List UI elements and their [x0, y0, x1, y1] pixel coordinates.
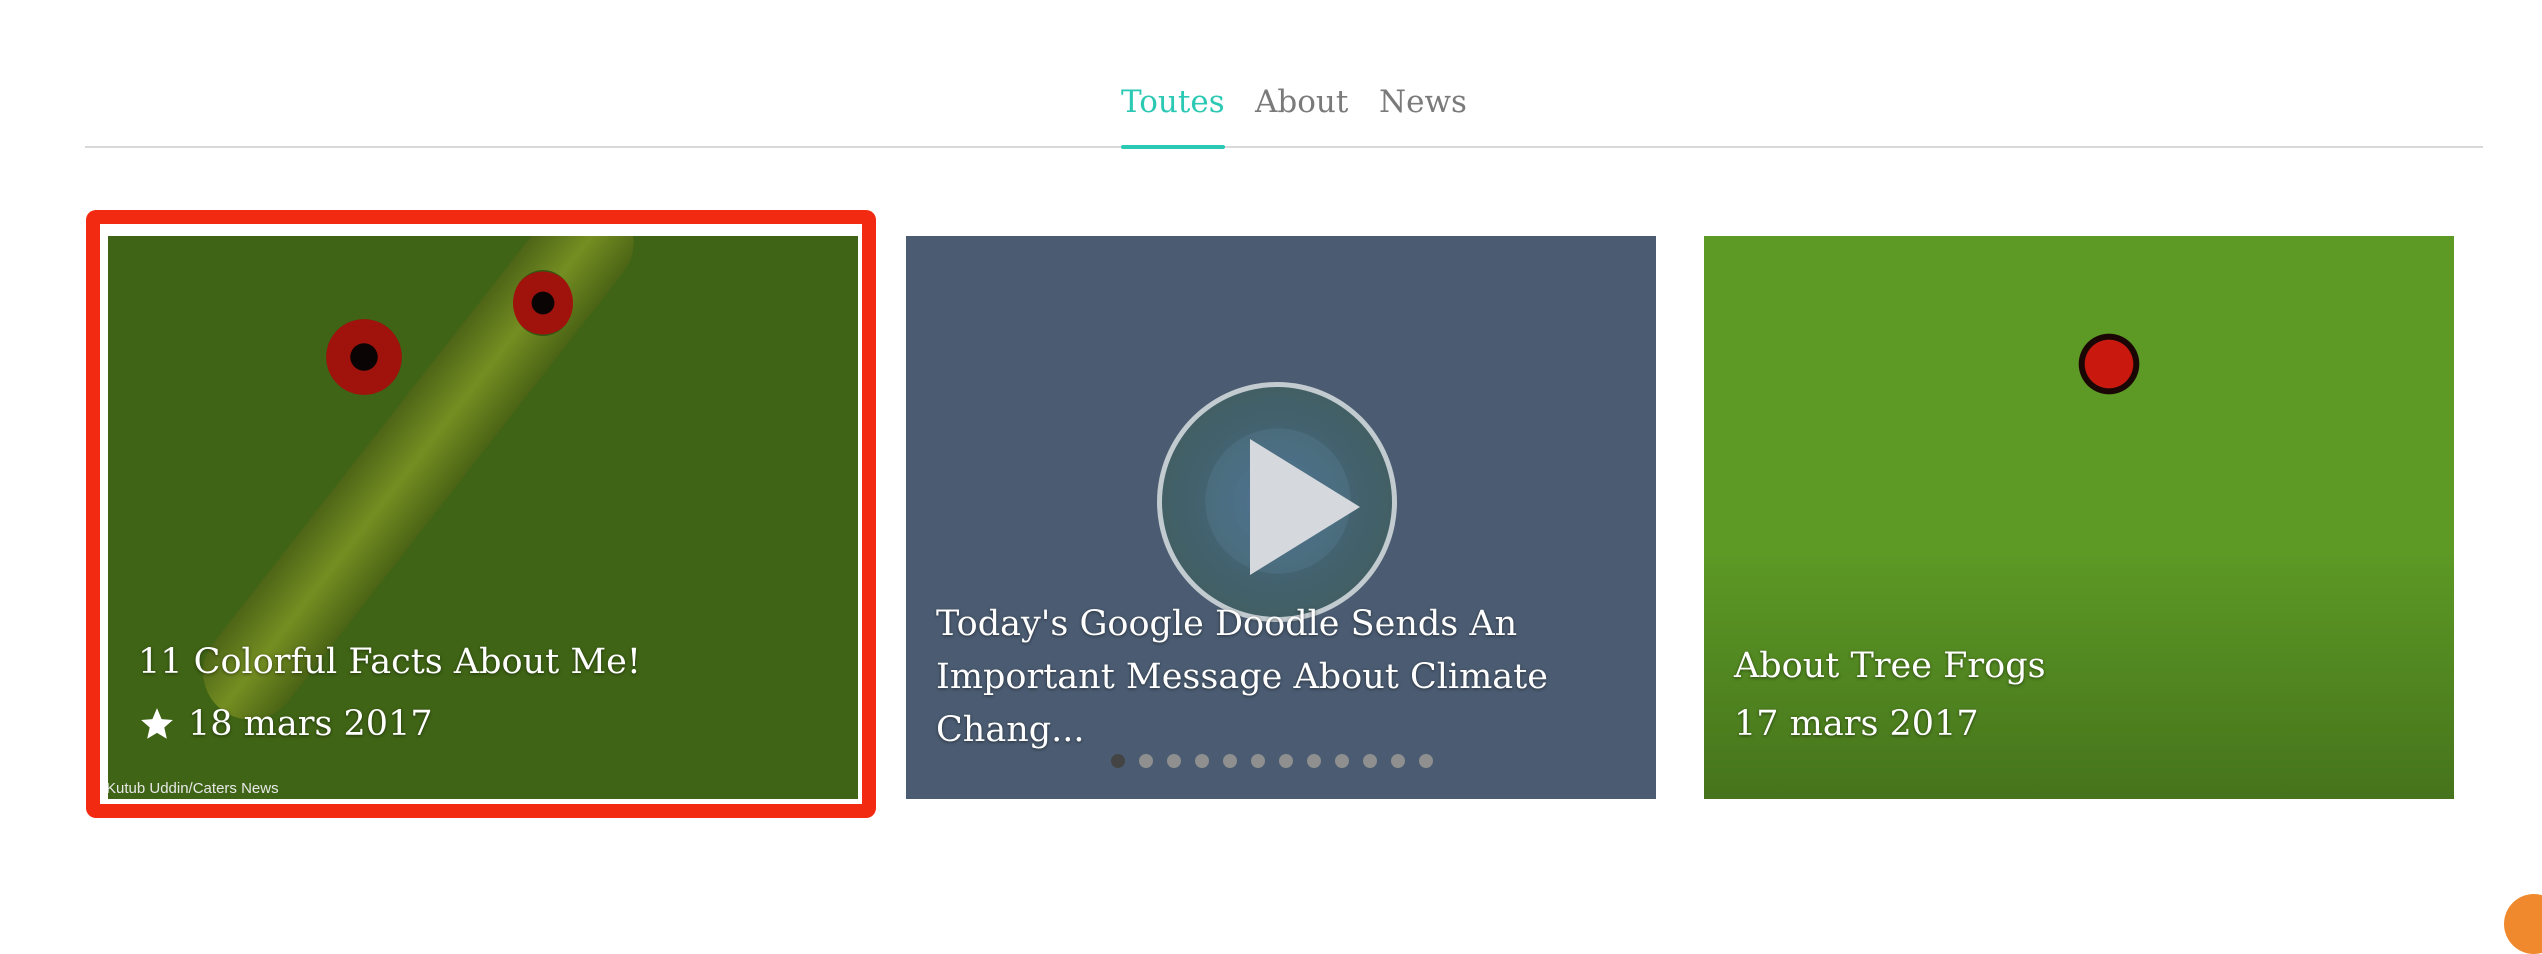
tab-about[interactable]: About	[1255, 82, 1348, 146]
play-icon[interactable]	[1157, 382, 1397, 622]
category-tabs: Toutes About News	[85, 60, 2483, 149]
card-title: 11 Colorful Facts About Me!	[138, 642, 641, 682]
tab-news[interactable]: News	[1379, 82, 1467, 146]
post-card-colorful-facts[interactable]: 11 Colorful Facts About Me! 18 mars 2017…	[108, 236, 858, 799]
star-icon	[141, 708, 173, 739]
post-card-tree-frogs[interactable]: About Tree Frogs 17 mars 2017	[1704, 236, 2454, 799]
card-title: Today's Google Doodle Sends An Important…	[936, 604, 1548, 750]
card-date-row: 18 mars 2017	[138, 700, 433, 748]
card-title: About Tree Frogs	[1734, 646, 2046, 686]
post-card-google-doodle[interactable]: ​ Today's Google Doodle Sends An Importa…	[906, 236, 1656, 799]
image-credit: Kutub Uddin/Caters News	[108, 780, 279, 797]
card-date: 18 mars 2017	[188, 704, 433, 744]
tab-toutes[interactable]: Toutes	[1121, 82, 1225, 149]
card-date: 17 mars 2017	[1734, 704, 1979, 744]
chat-badge-icon[interactable]	[2504, 894, 2542, 954]
